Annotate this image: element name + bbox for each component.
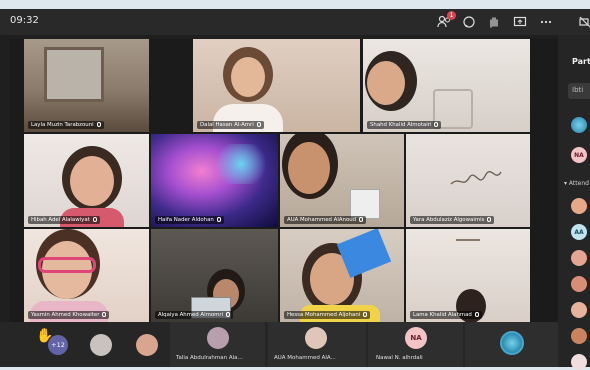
more-icon bbox=[540, 20, 552, 24]
video-tile[interactable]: Hibah Adel Alalawiyat bbox=[24, 134, 149, 227]
galaxy-background bbox=[211, 144, 271, 184]
strip-participant[interactable]: Talia Abdulrahman Ala... bbox=[170, 322, 265, 367]
participant-name: Dalal Hasan Al-Amri bbox=[197, 121, 264, 129]
avatar[interactable] bbox=[571, 276, 587, 292]
mic-icon bbox=[487, 217, 492, 222]
video-tile[interactable]: AUA Mohammed AlAnoud bbox=[280, 134, 404, 227]
share-button[interactable] bbox=[512, 14, 528, 30]
avatar[interactable] bbox=[571, 117, 587, 133]
handwriting-scribble bbox=[450, 171, 502, 185]
mic-icon bbox=[96, 122, 101, 127]
mic-icon bbox=[363, 312, 368, 317]
participant-name: Yara Abdulaziz Algowaimis bbox=[410, 216, 495, 224]
share-screen-icon bbox=[513, 16, 527, 27]
mic-icon bbox=[359, 217, 364, 222]
chandelier bbox=[456, 239, 480, 257]
hand-icon bbox=[490, 17, 498, 28]
mic-icon bbox=[434, 122, 439, 127]
video-tile[interactable]: Hessa Mohammed Aljohani bbox=[280, 229, 404, 322]
participant-name: Talia Abdulrahman Ala... bbox=[176, 355, 243, 361]
window-background bbox=[44, 47, 104, 102]
participant-name: Hibah Adel Alalawiyat bbox=[28, 216, 100, 224]
person-face bbox=[70, 156, 114, 206]
video-tile[interactable]: Shahd Khalid Almotairi bbox=[363, 39, 530, 132]
person-face bbox=[231, 57, 265, 97]
participant-search-input[interactable]: Ibti bbox=[568, 83, 590, 99]
participant-name: Layla Muzin Tarabzouni bbox=[28, 121, 104, 129]
glasses bbox=[38, 257, 96, 273]
mic-icon bbox=[474, 312, 479, 317]
video-tile[interactable]: Alqaiya Ahmed Almomri bbox=[151, 229, 278, 322]
avatar[interactable] bbox=[571, 328, 587, 344]
participant-name: Hessa Mohammed Aljohani bbox=[284, 311, 371, 319]
person-face bbox=[288, 142, 330, 194]
meeting-toolbar: 09:32 1 bbox=[0, 9, 590, 35]
mic-icon bbox=[102, 312, 107, 317]
avatar[interactable] bbox=[571, 302, 587, 318]
video-tile[interactable]: Lama Khalid Alahmad bbox=[406, 229, 530, 322]
panel-title: Part bbox=[572, 57, 590, 66]
participant-name: AUA Mohammed AlA... bbox=[274, 355, 336, 361]
mic-icon bbox=[226, 312, 231, 317]
avatar[interactable] bbox=[571, 198, 587, 214]
avatar bbox=[500, 331, 524, 355]
avatar bbox=[207, 327, 229, 349]
meeting-timer: 09:32 bbox=[10, 15, 39, 26]
video-grid: Layla Muzin Tarabzouni Dalal Hasan Al-Am… bbox=[10, 39, 558, 322]
avatar[interactable] bbox=[136, 334, 158, 356]
video-tile[interactable]: Dalal Hasan Al-Amri bbox=[193, 39, 360, 132]
video-tile[interactable]: Yasmin Ahmed Khowaiter bbox=[24, 229, 149, 322]
strip-participant[interactable]: NA Nawal N. alhrdali bbox=[368, 322, 463, 367]
avatar bbox=[305, 327, 327, 349]
avatar-initials: NA bbox=[405, 327, 427, 349]
participants-badge: 1 bbox=[447, 11, 456, 20]
chat-button[interactable] bbox=[461, 14, 477, 30]
participant-name: Shahd Khalid Almotairi bbox=[367, 121, 442, 129]
participant-name: Yasmin Ahmed Khowaiter bbox=[28, 311, 110, 319]
participants-panel: Part Ibti NA ▾ Attend AA bbox=[558, 35, 590, 370]
strip-participant[interactable] bbox=[465, 322, 558, 367]
participants-button[interactable]: 1 bbox=[436, 11, 456, 30]
teams-meeting-window: 09:32 1 Layla Muzin Tarabzouni Dalal Has… bbox=[0, 9, 590, 370]
mic-icon bbox=[256, 122, 261, 127]
avatar-initials[interactable]: AA bbox=[571, 224, 587, 240]
camera-off-icon bbox=[579, 16, 590, 28]
video-tile[interactable]: Haifa Nader Aldohan bbox=[151, 134, 278, 227]
participant-name: Lama Khalid Alahmad bbox=[410, 311, 482, 319]
more-participants-count[interactable]: +12 bbox=[48, 335, 68, 355]
mic-icon bbox=[92, 217, 97, 222]
overflow-group[interactable]: ✋ +12 bbox=[28, 322, 168, 367]
avatar[interactable] bbox=[90, 334, 112, 356]
attendees-section-header[interactable]: ▾ Attend bbox=[564, 180, 589, 187]
avatar[interactable] bbox=[571, 250, 587, 266]
person-face bbox=[367, 61, 405, 105]
participant-name: Haifa Nader Aldohan bbox=[155, 216, 224, 224]
video-tile[interactable]: Yara Abdulaziz Algowaimis bbox=[406, 134, 530, 227]
mic-icon bbox=[216, 217, 221, 222]
participant-strip: ✋ +12 Talia Abdulrahman Ala... AUA Moham… bbox=[0, 322, 590, 367]
strip-participant[interactable]: AUA Mohammed AlA... bbox=[268, 322, 366, 367]
video-tile[interactable]: Layla Muzin Tarabzouni bbox=[24, 39, 149, 132]
camera-button[interactable] bbox=[578, 14, 590, 30]
participant-name: Nawal N. alhrdali bbox=[376, 355, 423, 361]
participant-name: AUA Mohammed AlAnoud bbox=[284, 216, 367, 224]
reactions-button[interactable] bbox=[486, 14, 502, 30]
participant-name: Alqaiya Ahmed Almomri bbox=[155, 311, 234, 319]
chat-icon bbox=[463, 16, 475, 28]
avatar[interactable] bbox=[571, 354, 587, 370]
more-options-button[interactable] bbox=[538, 14, 554, 30]
avatar-initials[interactable]: NA bbox=[571, 147, 587, 163]
